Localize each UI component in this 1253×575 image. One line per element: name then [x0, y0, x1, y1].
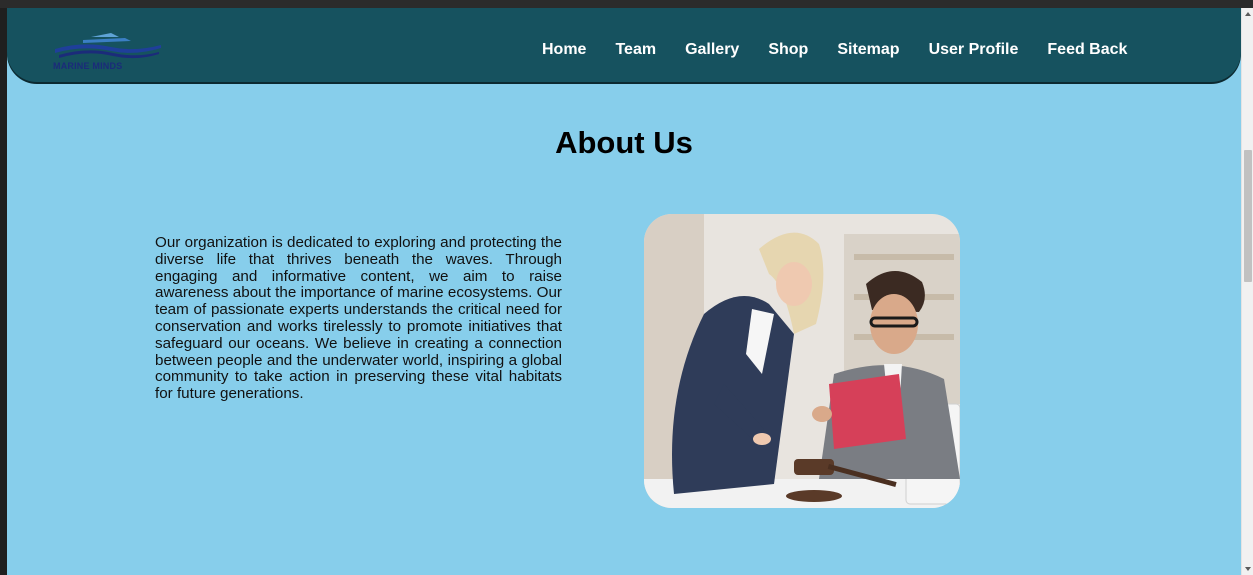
brand-name: MARINE MINDS [53, 61, 123, 71]
nav-shop[interactable]: Shop [768, 41, 808, 59]
nav-home[interactable]: Home [542, 41, 586, 59]
page-title: About Us [555, 125, 693, 160]
about-photo [644, 214, 960, 508]
scrollbar-thumb[interactable] [1244, 150, 1252, 282]
vertical-scrollbar[interactable] [1241, 8, 1253, 575]
scroll-down-icon[interactable] [1245, 567, 1251, 571]
nav-feed-back[interactable]: Feed Back [1047, 41, 1127, 59]
page-viewport: MARINE MINDS Home Team Gallery Shop Site… [7, 8, 1241, 575]
ship-wave-icon [55, 33, 161, 59]
navbar: MARINE MINDS Home Team Gallery Shop Site… [7, 8, 1241, 82]
main-nav: Home Team Gallery Shop Sitemap User Prof… [542, 41, 1156, 59]
brand-logo[interactable]: MARINE MINDS [53, 31, 163, 75]
scroll-up-icon[interactable] [1245, 12, 1251, 16]
office-people-image [644, 214, 960, 508]
about-paragraph: Our organization is dedicated to explori… [155, 234, 562, 403]
browser-top-strip [0, 0, 1253, 8]
nav-user-profile[interactable]: User Profile [929, 41, 1019, 59]
nav-team[interactable]: Team [615, 41, 656, 59]
nav-sitemap[interactable]: Sitemap [837, 41, 899, 59]
nav-gallery[interactable]: Gallery [685, 41, 739, 59]
window-left-edge [0, 8, 7, 575]
